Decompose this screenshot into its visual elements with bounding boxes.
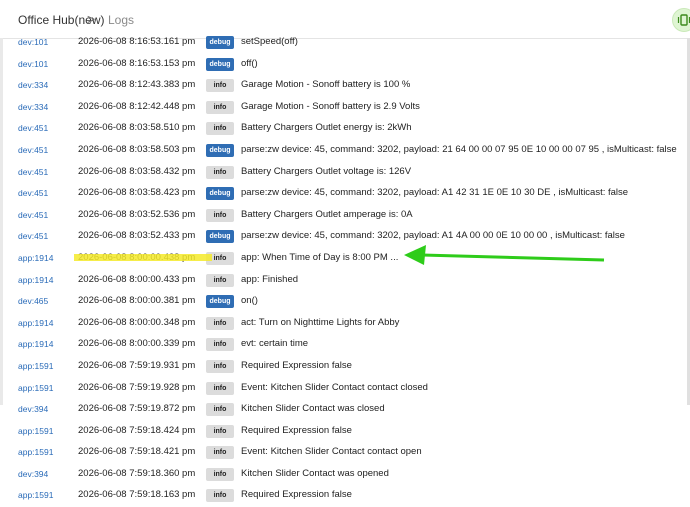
log-device-link[interactable]: app:1591	[18, 447, 53, 457]
log-message: Required Expression false	[241, 489, 352, 501]
log-timestamp: 2026-06-08 7:59:18.163 pm	[78, 489, 196, 501]
log-level-badge: info	[206, 446, 234, 460]
log-message: Kitchen Slider Contact was opened	[241, 467, 389, 479]
log-level-badge: info	[206, 467, 234, 481]
green-arrow-icon	[404, 245, 605, 265]
log-device-link[interactable]: app:1591	[18, 426, 53, 436]
log-row: app:1591 2026-06-08 7:59:18.163 pm info Req…	[0, 485, 690, 507]
log-row: app:1591 2026-06-08 7:59:18.424 pm info Req…	[0, 421, 690, 443]
log-device-link[interactable]: dev:394	[18, 469, 48, 479]
log-timestamp: 2026-06-08 7:59:18.421 pm	[78, 446, 196, 458]
log-row: app:1591 2026-06-08 7:59:18.421 pm info Eve…	[0, 442, 690, 464]
log-timestamp: 2026-06-08 7:59:18.424 pm	[78, 424, 196, 436]
log-row: dev:394 2026-06-08 7:59:18.360 pm info Kitc…	[0, 464, 690, 486]
log-message: Event: Kitchen Slider Contact contact op…	[241, 446, 422, 458]
log-device-link[interactable]: app:1591	[18, 490, 53, 500]
log-device-link[interactable]: dev:394	[18, 404, 48, 414]
log-message: Required Expression false	[241, 424, 352, 436]
log-level-badge: info	[206, 403, 234, 417]
log-level-badge: info	[206, 424, 234, 438]
log-timestamp: 2026-06-08 7:59:18.360 pm	[78, 467, 196, 479]
log-level-badge: info	[206, 489, 234, 503]
